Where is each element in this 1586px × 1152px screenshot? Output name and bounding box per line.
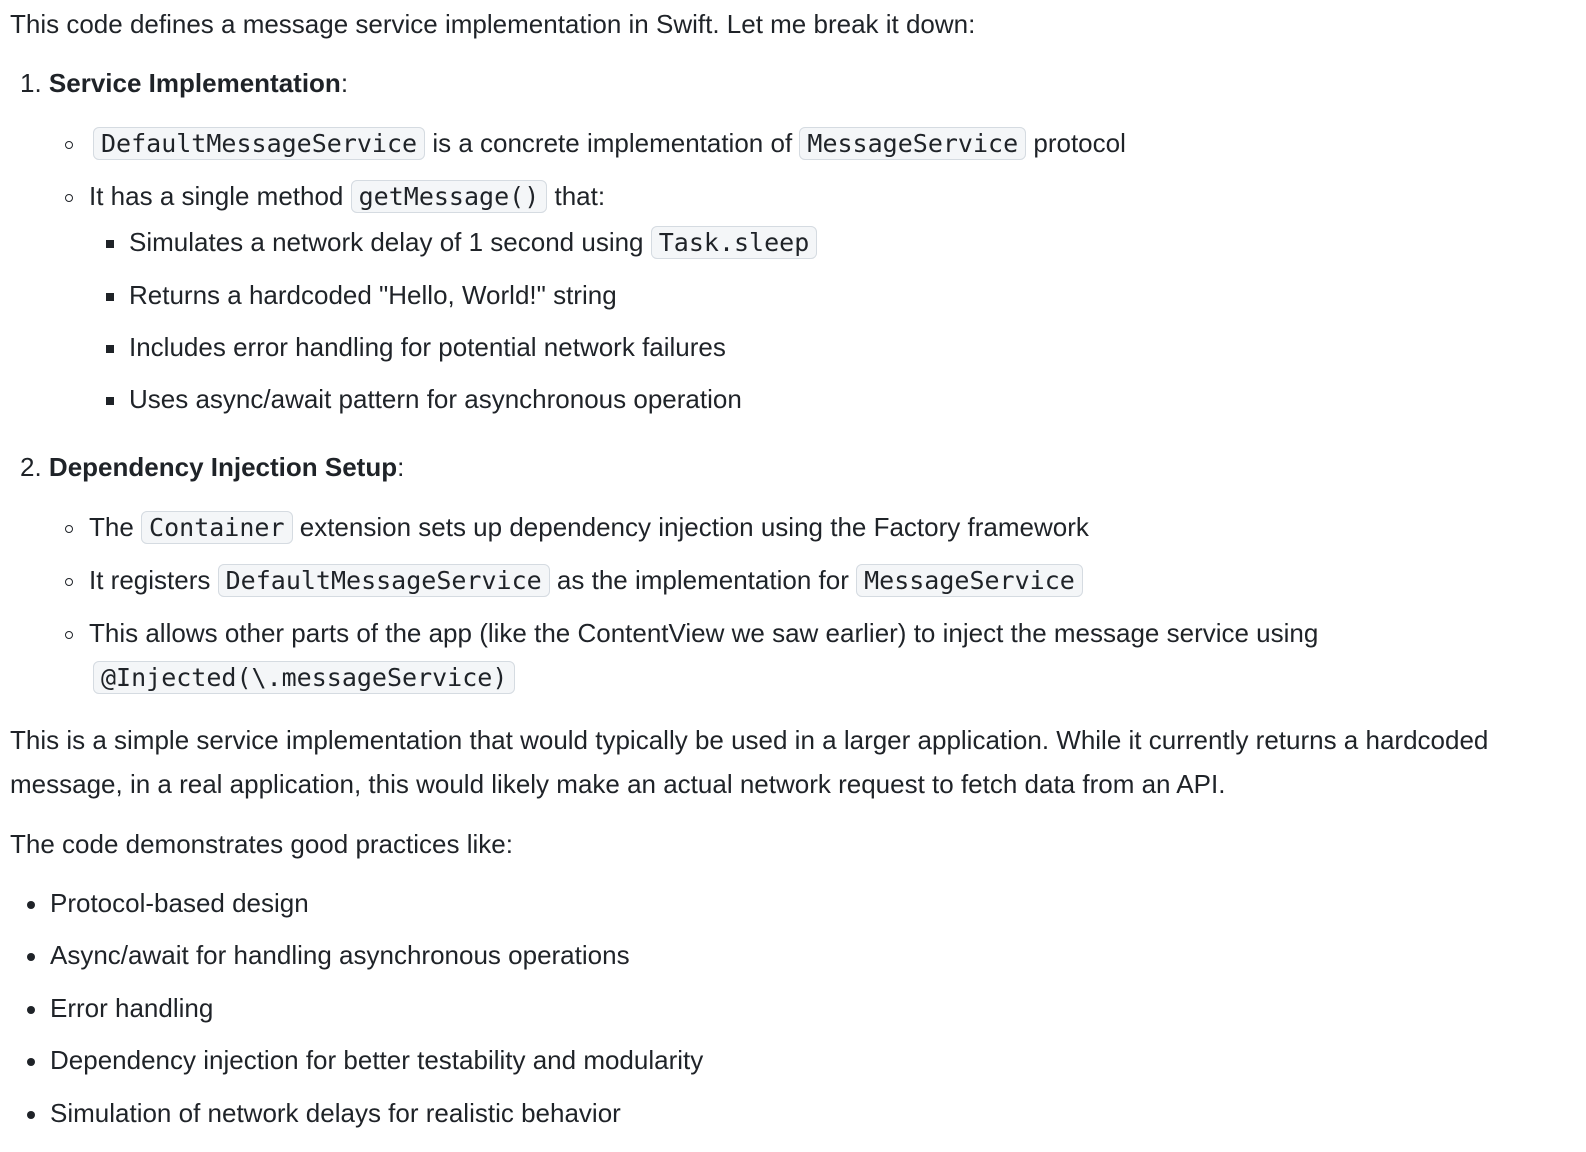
practice-item: Async/await for handling asynchronous op… — [50, 940, 630, 970]
inline-code: Task.sleep — [650, 226, 818, 259]
section-title: Service Implementation — [48, 68, 341, 98]
circle-bullet-icon — [65, 631, 73, 639]
list-item: It has a single method getMessage() that… — [89, 180, 606, 213]
inline-code: MessageService — [856, 564, 1083, 597]
sub-list-item: Uses async/await pattern for asynchronou… — [129, 384, 742, 414]
circle-bullet-icon — [65, 194, 73, 202]
list-item: It registers DefaultMessageService as th… — [89, 562, 1083, 598]
practices-intro: The code demonstrates good practices lik… — [10, 829, 513, 859]
square-bullet-icon — [106, 293, 114, 301]
inline-code: Container — [141, 511, 293, 544]
inline-code: @Injected(\.messageService) — [93, 661, 516, 694]
circle-bullet-icon — [65, 578, 73, 586]
inline-code: getMessage() — [350, 180, 548, 213]
summary-paragraph: This is a simple service implementation … — [10, 725, 1489, 799]
sub-list-item: Returns a hardcoded "Hello, World!" stri… — [129, 280, 617, 310]
bullet-icon — [27, 953, 35, 961]
list-item: The Container extension sets up dependen… — [89, 511, 1089, 544]
inline-code: DefaultMessageService — [217, 564, 550, 597]
circle-bullet-icon — [65, 141, 73, 149]
list-item: This allows other parts of the app (like… — [89, 618, 1319, 648]
section-heading-2: 2. Dependency Injection Setup: — [20, 452, 405, 482]
practice-item: Protocol-based design — [50, 888, 309, 918]
practice-item: Error handling — [50, 993, 214, 1023]
section-number: 1. — [20, 68, 42, 98]
practice-item: Dependency injection for better testabil… — [50, 1045, 704, 1075]
bullet-icon — [27, 901, 35, 909]
inline-code: DefaultMessageService — [93, 127, 426, 160]
sub-list-item: Includes error handling for potential ne… — [129, 332, 726, 362]
square-bullet-icon — [106, 240, 114, 248]
inline-code: MessageService — [799, 127, 1027, 160]
circle-bullet-icon — [65, 525, 73, 533]
sub-list-item: Simulates a network delay of 1 second us… — [129, 224, 818, 260]
square-bullet-icon — [106, 397, 114, 405]
square-bullet-icon — [106, 345, 114, 353]
practice-item: Simulation of network delays for realist… — [50, 1098, 621, 1128]
list-item: DefaultMessageService is a concrete impl… — [93, 125, 1126, 161]
bullet-icon — [27, 1111, 35, 1119]
section-number: 2. — [20, 452, 42, 482]
section-heading-1: 1. Service Implementation: — [20, 68, 349, 98]
section-title: Dependency Injection Setup — [48, 452, 398, 482]
list-item-continuation: @Injected(\.messageService) — [93, 659, 516, 695]
bullet-icon — [27, 1006, 35, 1014]
intro-text: This code defines a message service impl… — [10, 9, 976, 39]
bullet-icon — [27, 1058, 35, 1066]
